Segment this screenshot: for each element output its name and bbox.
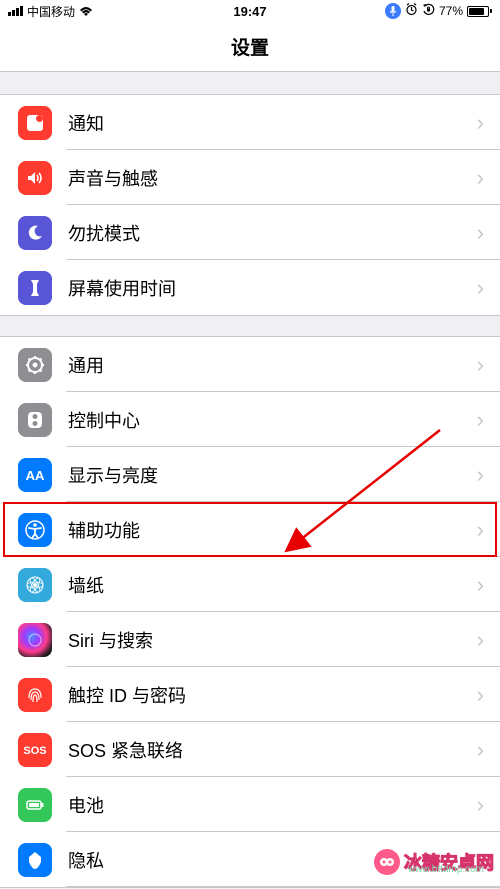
sos-icon: SOS — [18, 733, 52, 767]
status-bar: 中国移动 19:47 77% — [0, 0, 500, 22]
chevron-right-icon: › — [477, 165, 484, 191]
sounds-icon — [18, 161, 52, 195]
row-display[interactable]: AA 显示与亮度 › — [0, 447, 500, 502]
chevron-right-icon: › — [477, 220, 484, 246]
battery-icon — [18, 788, 52, 822]
notifications-icon — [18, 106, 52, 140]
row-label: 通知 — [68, 110, 477, 136]
chevron-right-icon: › — [477, 572, 484, 598]
row-general[interactable]: 通用 › — [0, 337, 500, 392]
row-label: 触控 ID 与密码 — [68, 682, 477, 708]
chevron-right-icon: › — [477, 110, 484, 136]
svg-text:AA: AA — [26, 468, 45, 483]
watermark-url: www.bttdmp.com — [408, 864, 484, 875]
wifi-icon — [79, 6, 93, 17]
row-battery[interactable]: 电池 › — [0, 777, 500, 832]
battery-icon — [467, 6, 492, 17]
row-label: 勿扰模式 — [68, 220, 477, 246]
wallpaper-icon — [18, 568, 52, 602]
svg-text:SOS: SOS — [23, 745, 46, 757]
row-label: 墙纸 — [68, 572, 477, 598]
row-sos[interactable]: SOS SOS 紧急联络 › — [0, 722, 500, 777]
row-siri[interactable]: Siri 与搜索 › — [0, 612, 500, 667]
row-accessibility[interactable]: 辅助功能 › — [0, 502, 500, 557]
settings-group-2: 通用 › 控制中心 › AA 显示与亮度 › 辅助功能 › 墙纸 › Siri … — [0, 336, 500, 888]
chevron-right-icon: › — [477, 407, 484, 433]
row-screentime[interactable]: 屏幕使用时间 › — [0, 260, 500, 315]
chevron-right-icon: › — [477, 627, 484, 653]
nav-header: 设置 — [0, 22, 500, 72]
status-left: 中国移动 — [8, 3, 93, 20]
touchid-icon — [18, 678, 52, 712]
row-notifications[interactable]: 通知 › — [0, 95, 500, 150]
chevron-right-icon: › — [477, 352, 484, 378]
row-touchid[interactable]: 触控 ID 与密码 › — [0, 667, 500, 722]
row-label: Siri 与搜索 — [68, 627, 477, 653]
accessibility-icon — [18, 513, 52, 547]
chevron-right-icon: › — [477, 517, 484, 543]
row-wallpaper[interactable]: 墙纸 › — [0, 557, 500, 612]
battery-pct: 77% — [439, 4, 463, 18]
row-label: 屏幕使用时间 — [68, 275, 477, 301]
page-title: 设置 — [231, 33, 269, 60]
row-label: SOS 紧急联络 — [68, 737, 477, 763]
row-label: 声音与触感 — [68, 165, 477, 191]
chevron-right-icon: › — [477, 682, 484, 708]
signal-icon — [8, 6, 23, 16]
siri-icon — [18, 623, 52, 657]
carrier-label: 中国移动 — [27, 3, 75, 20]
screentime-icon — [18, 271, 52, 305]
settings-group-1: 通知 › 声音与触感 › 勿扰模式 › 屏幕使用时间 › — [0, 94, 500, 316]
row-label: 电池 — [68, 792, 477, 818]
row-control-center[interactable]: 控制中心 › — [0, 392, 500, 447]
general-icon — [18, 348, 52, 382]
control-center-icon — [18, 403, 52, 437]
watermark-badge-icon — [374, 849, 400, 875]
alarm-icon — [405, 3, 418, 19]
dnd-icon — [18, 216, 52, 250]
row-dnd[interactable]: 勿扰模式 › — [0, 205, 500, 260]
chevron-right-icon: › — [477, 462, 484, 488]
row-label: 显示与亮度 — [68, 462, 477, 488]
row-label: 辅助功能 — [68, 517, 477, 543]
status-time: 19:47 — [233, 4, 266, 19]
row-label: 控制中心 — [68, 407, 477, 433]
status-right: 77% — [385, 3, 492, 19]
chevron-right-icon: › — [477, 737, 484, 763]
row-sounds[interactable]: 声音与触感 › — [0, 150, 500, 205]
watermark: 冰糖安卓网 www.bttdmp.com — [374, 849, 494, 875]
chevron-right-icon: › — [477, 792, 484, 818]
display-icon: AA — [18, 458, 52, 492]
row-label: 通用 — [68, 352, 477, 378]
orientation-lock-icon — [422, 3, 435, 19]
chevron-right-icon: › — [477, 275, 484, 301]
privacy-icon — [18, 843, 52, 877]
voice-icon — [385, 3, 401, 19]
